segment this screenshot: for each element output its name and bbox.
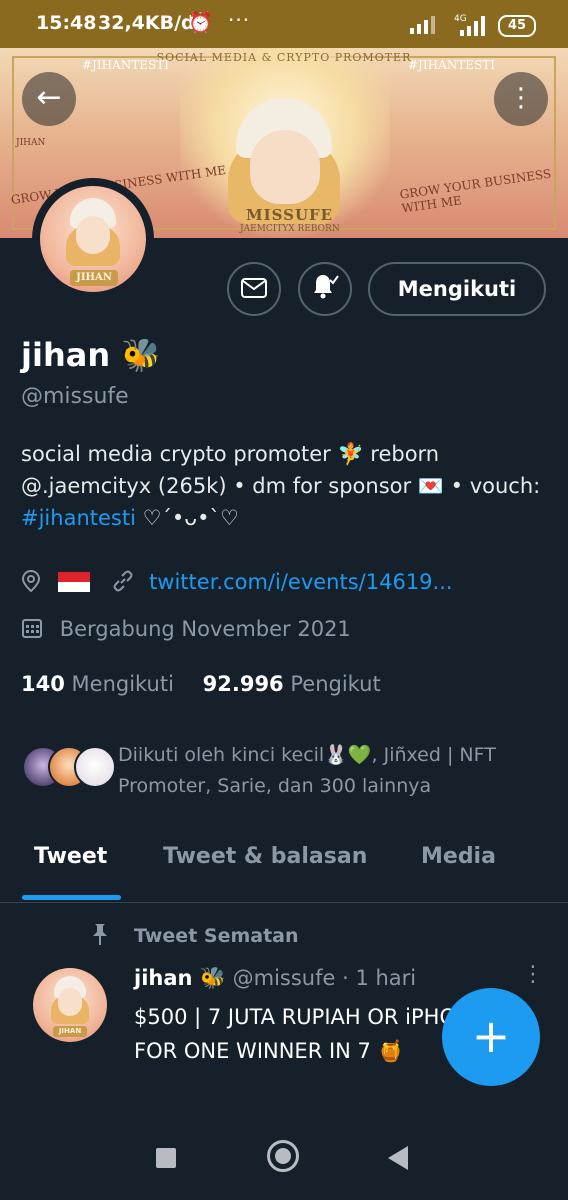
display-name: jihan 🐝 (21, 336, 162, 374)
tweet-more-button[interactable]: ⋮ (522, 962, 544, 987)
tab-media[interactable]: Media (421, 844, 496, 869)
status-time: 15:48 (36, 12, 97, 34)
banner-brand-sub: JAEMCITYX REBORN (240, 224, 340, 234)
compose-tweet-button[interactable]: + (442, 988, 540, 1086)
following-stat[interactable]: 140 Mengikuti (21, 672, 174, 696)
followed-by-text[interactable]: Diikuti oleh kinci kecil🐰💚, Jiñxed | NFT… (118, 740, 548, 802)
arrow-left-icon: ← (36, 80, 62, 115)
avatar-image: JIHAN (40, 186, 146, 292)
more-notifications-icon: ··· (228, 8, 251, 32)
notifications-button[interactable] (298, 262, 352, 316)
calendar-icon (22, 619, 42, 638)
status-network-speed: 32,4KB/d (98, 12, 195, 34)
battery-icon: 45 (498, 15, 536, 37)
plus-icon: + (471, 1009, 511, 1063)
banner-hashtag-right: #JIHANTESTI (408, 58, 495, 72)
tweet-avatar-face (58, 988, 82, 1016)
profile-avatar[interactable]: JIHAN (32, 178, 154, 300)
more-options-button[interactable]: ⋮ (494, 72, 548, 126)
user-handle: @missufe (21, 384, 129, 409)
followers-label: Pengikut (290, 672, 381, 696)
banner-brand: MISSUFE (246, 206, 334, 224)
profile-meta-location-link: twitter.com/i/events/14619... (21, 569, 453, 594)
recent-apps-button[interactable] (156, 1148, 176, 1168)
bell-check-icon (314, 275, 339, 299)
active-tab-indicator (22, 895, 121, 900)
following-label: Mengikuti (71, 672, 174, 696)
tweet-header: jihan 🐝 @missufe · 1 hari (134, 966, 416, 991)
follower-avatar (74, 746, 116, 788)
alarm-icon: ⏰ (188, 10, 213, 34)
home-button[interactable] (267, 1140, 299, 1172)
indonesia-flag-icon (57, 572, 90, 592)
banner-hashtag-left: #JIHANTESTI (82, 58, 169, 72)
following-count: 140 (21, 672, 65, 696)
more-vertical-icon: ⋮ (508, 83, 534, 113)
link-icon (113, 570, 133, 592)
banner-illustration-face (250, 130, 320, 204)
profile-bio: social media crypto promoter 🧚 reborn @.… (21, 438, 551, 534)
follow-stats: 140 Mengikuti 92.996 Pengikut (21, 672, 381, 696)
back-button[interactable]: ← (22, 72, 76, 126)
followers-count: 92.996 (202, 672, 284, 696)
tweet-author-avatar[interactable]: JIHAN (33, 968, 107, 1042)
network-type-label: 4G (454, 14, 467, 24)
status-bar: 15:48 32,4KB/d ⏰ ··· 4G 45 (0, 0, 568, 48)
bio-text: social media crypto promoter 🧚 reborn @.… (21, 442, 541, 498)
tweet-handle-time: @missufe · 1 hari (232, 966, 417, 990)
following-button[interactable]: Mengikuti (368, 262, 546, 316)
location-pin-icon (21, 569, 41, 593)
tab-tweet[interactable]: Tweet (34, 844, 107, 869)
bio-suffix: ♡´•ᴗ•`♡ (135, 506, 239, 530)
signal-4g-icon: 4G (452, 12, 488, 41)
pin-icon (90, 922, 110, 951)
message-button[interactable] (227, 262, 281, 316)
system-nav-bar (0, 1120, 568, 1200)
bio-hashtag-link[interactable]: #jihantesti (21, 506, 136, 530)
signal-icon (410, 14, 436, 39)
tweet-author-name[interactable]: jihan 🐝 (134, 966, 226, 990)
system-back-button[interactable] (388, 1146, 408, 1170)
profile-tabs: Tweet Tweet & balasan Media (0, 832, 568, 903)
tweet-avatar-label: JIHAN (53, 1026, 87, 1037)
avatar-face (76, 216, 110, 254)
join-date-text: Bergabung November 2021 (59, 617, 351, 641)
pinned-tweet-label: Tweet Sematan (134, 925, 299, 947)
tab-tweet-replies[interactable]: Tweet & balasan (163, 844, 367, 869)
profile-join-date: Bergabung November 2021 (21, 617, 351, 641)
envelope-icon (241, 278, 267, 298)
followers-stat[interactable]: 92.996 Pengikut (203, 672, 381, 696)
avatar-label: JIHAN (70, 270, 118, 286)
followed-by-avatars[interactable] (22, 746, 116, 788)
banner-side-text: JIHAN (16, 138, 46, 148)
profile-website-link[interactable]: twitter.com/i/events/14619... (149, 570, 453, 594)
